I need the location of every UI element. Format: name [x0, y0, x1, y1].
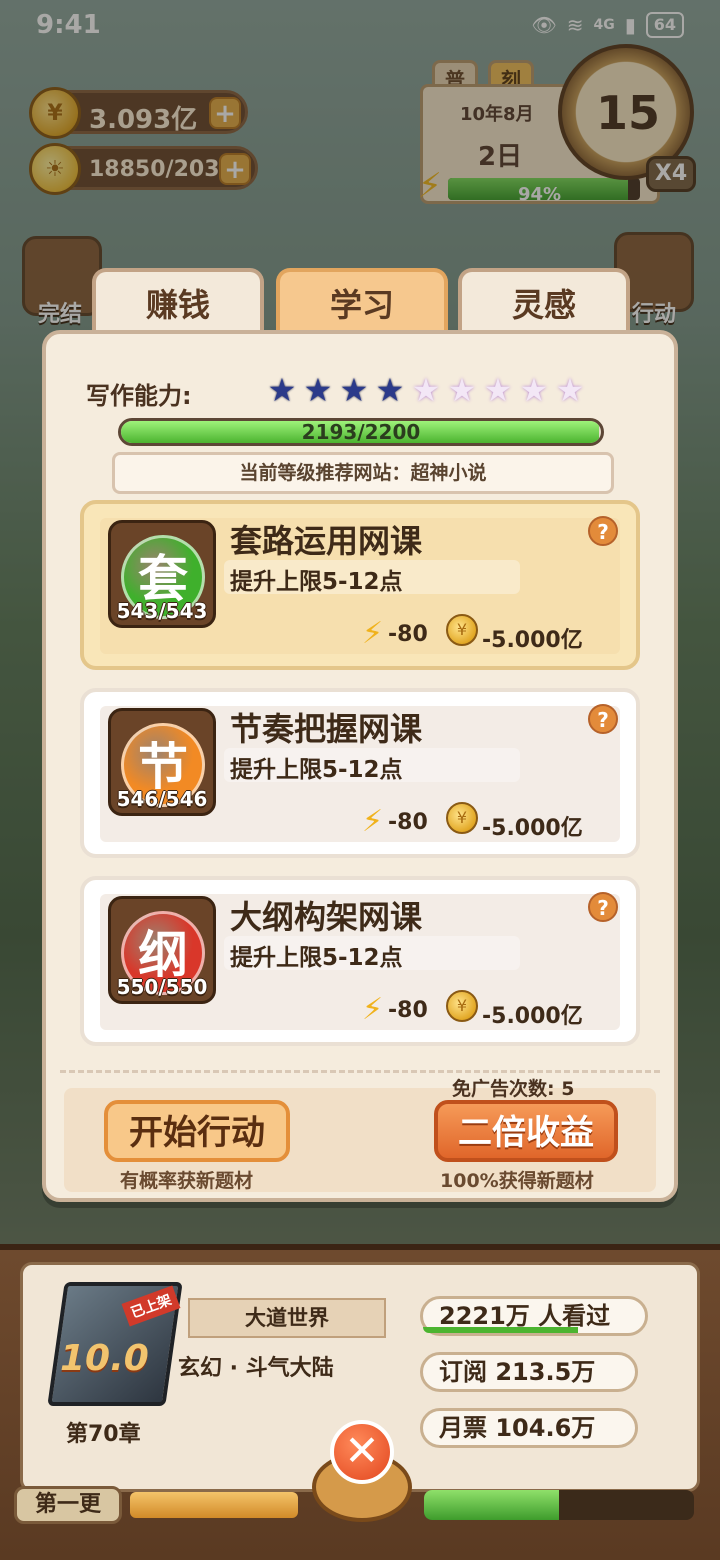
- first-update-button[interactable]: 第一更: [14, 1486, 122, 1524]
- energy-cost-icon: ⚡: [362, 992, 384, 1027]
- course-help-button[interactable]: ?: [588, 516, 618, 546]
- start-action-button[interactable]: 开始行动: [104, 1100, 290, 1162]
- update-progress-bar: [130, 1492, 298, 1518]
- course-desc: 提升上限5-12点: [230, 569, 403, 595]
- star-filled-icon: ★: [339, 371, 369, 409]
- energy-cost: -80: [388, 810, 428, 835]
- close-icon[interactable]: ✕: [330, 1420, 394, 1484]
- course-card-rhythm[interactable]: 节 546/546 节奏把握网课 提升上限5-12点 ? ⚡ -80 ¥ -5.…: [80, 688, 640, 858]
- course-help-button[interactable]: ?: [588, 704, 618, 734]
- recommended-site: 当前等级推荐网站：超神小说: [112, 452, 614, 494]
- course-count: 546/546: [116, 787, 208, 811]
- tab-earn[interactable]: 赚钱: [92, 268, 264, 338]
- energy-cost: -80: [388, 998, 428, 1023]
- star-filled-icon: ★: [375, 371, 405, 409]
- star-filled-icon: ★: [267, 371, 297, 409]
- course-desc: 提升上限5-12点: [230, 757, 403, 783]
- tab-study[interactable]: 学习: [276, 268, 448, 338]
- start-action-hint: 有概率获新题材: [120, 1170, 254, 1192]
- monthly-tickets-stat: 月票 104.6万: [420, 1408, 638, 1448]
- panel-divider: [60, 1070, 660, 1073]
- coin-cost-icon: ¥: [446, 990, 478, 1022]
- update-progress-fill: [130, 1492, 298, 1518]
- book-genre: 玄幻 · 斗气大陆: [178, 1356, 334, 1381]
- star-empty-icon: ★: [483, 371, 513, 409]
- course-count: 550/550: [116, 975, 208, 999]
- course-help-button[interactable]: ?: [588, 892, 618, 922]
- viewers-text: 2221万 人看过: [439, 1302, 611, 1330]
- course-icon-frame: 节 546/546: [108, 708, 216, 816]
- star-empty-icon: ★: [519, 371, 549, 409]
- viewers-bar: [423, 1327, 579, 1333]
- course-icon-frame: 纲 550/550: [108, 896, 216, 1004]
- star-empty-icon: ★: [411, 371, 441, 409]
- money-cost: -5.000亿: [482, 628, 583, 653]
- course-icon-frame: 套 543/543: [108, 520, 216, 628]
- coin-cost-icon: ¥: [446, 802, 478, 834]
- writing-progress-bar: [424, 1490, 694, 1520]
- book-world: 大道世界: [188, 1298, 386, 1338]
- coin-cost-icon: ¥: [446, 614, 478, 646]
- course-card-routine[interactable]: 套 543/543 套路运用网课 提升上限5-12点 ? ⚡ -80 ¥ -5.…: [80, 500, 640, 670]
- course-desc: 提升上限5-12点: [230, 945, 403, 971]
- double-reward-button[interactable]: 二倍收益: [434, 1100, 618, 1162]
- writing-progress-fill: [424, 1490, 559, 1520]
- course-count: 543/543: [116, 599, 208, 623]
- free-ad-count: 免广告次数: 5: [452, 1078, 575, 1100]
- star-filled-icon: ★: [303, 371, 333, 409]
- course-name: 大纲构架网课: [230, 898, 423, 936]
- course-name: 节奏把握网课: [230, 710, 423, 748]
- subscriptions-stat: 订阅 213.5万: [420, 1352, 638, 1392]
- energy-cost-icon: ⚡: [362, 616, 384, 651]
- ability-stars: ★ ★ ★ ★ ★ ★ ★ ★ ★: [266, 374, 586, 406]
- energy-cost: -80: [388, 622, 428, 647]
- panel-tabs: 赚钱 学习 灵感: [92, 268, 632, 338]
- book-chapter: 第70章: [66, 1422, 141, 1447]
- star-empty-icon: ★: [447, 371, 477, 409]
- viewers-stat: 2221万 人看过: [420, 1296, 648, 1336]
- course-name: 套路运用网课: [230, 522, 423, 560]
- money-cost: -5.000亿: [482, 816, 583, 841]
- energy-cost-icon: ⚡: [362, 804, 384, 839]
- course-card-outline[interactable]: 纲 550/550 大纲构架网课 提升上限5-12点 ? ⚡ -80 ¥ -5.…: [80, 876, 640, 1046]
- writing-ability-label: 写作能力:: [86, 382, 192, 410]
- money-cost: -5.000亿: [482, 1004, 583, 1029]
- tab-inspiration[interactable]: 灵感: [458, 268, 630, 338]
- ability-progress-text: 2193/2200: [301, 420, 421, 444]
- double-reward-hint: 100%获得新题材: [440, 1170, 594, 1192]
- book-score: 10.0: [60, 1338, 149, 1379]
- star-empty-icon: ★: [555, 371, 585, 409]
